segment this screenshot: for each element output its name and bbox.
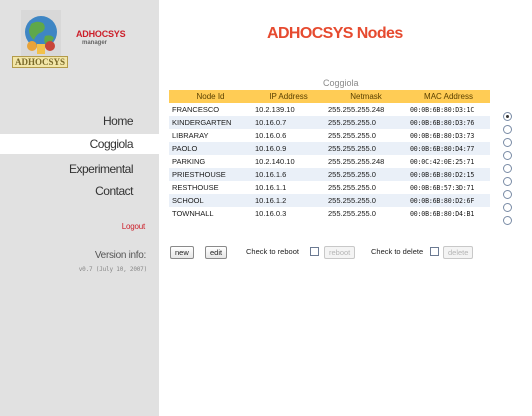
nav-item-label: Coggiola (89, 137, 134, 151)
column-header-ip-address[interactable]: IP Address (252, 90, 325, 103)
node-radio-group (503, 112, 517, 229)
delete-button[interactable]: delete (443, 246, 474, 259)
cell-mac-address: 00:0B:6B:80:D2:15 (407, 168, 490, 181)
cell-mac-address: 00:0B:6B:80:D3:1C (407, 103, 490, 116)
cell-node-id: TOWNHALL (169, 207, 252, 220)
cell-node-id: RESTHOUSE (169, 181, 252, 194)
cell-netmask: 255.255.255.0 (325, 194, 407, 207)
nav-item-label: Home (102, 114, 134, 128)
cell-netmask: 255.255.255.0 (325, 116, 407, 129)
cell-mac-address: 00:0B:6B:80:D2:6F (407, 194, 490, 207)
cell-ip-address: 10.16.0.9 (252, 142, 325, 155)
cell-mac-address: 00:0B:6B:80:D3:76 (407, 116, 490, 129)
delete-check-label: Check to delete (371, 247, 424, 256)
cell-node-id: SCHOOL (169, 194, 252, 207)
nav-item-coggiola[interactable]: Coggiola (0, 134, 159, 154)
table-row[interactable]: FRANCESCO 10.2.139.10 255.255.255.248 00… (169, 103, 490, 116)
node-radio[interactable] (503, 216, 512, 225)
node-radio[interactable] (503, 190, 512, 199)
cell-ip-address: 10.16.1.1 (252, 181, 325, 194)
cell-netmask: 255.255.255.0 (325, 181, 407, 194)
reboot-button[interactable]: reboot (324, 246, 356, 259)
cell-ip-address: 10.16.1.6 (252, 168, 325, 181)
cell-mac-address: 00:0C:42:0E:25:71 (407, 155, 490, 168)
reboot-check-label: Check to reboot (246, 247, 299, 256)
cell-mac-address: 00:0B:6B:57:3D:71 (407, 181, 490, 194)
page-title: ADHOCSYS Nodes (267, 25, 403, 42)
nav-item-contact[interactable]: Contact (95, 184, 133, 198)
sidebar: ADHOCSYS manager ADHOCSYS Home Coggiola … (0, 0, 159, 416)
table-row[interactable]: RESTHOUSE 10.16.1.1 255.255.255.0 00:0B:… (169, 181, 490, 194)
cell-node-id: LIBRARAY (169, 129, 252, 142)
table-row[interactable]: LIBRARAY 10.16.0.6 255.255.255.0 00:0B:6… (169, 129, 490, 142)
node-radio[interactable] (503, 112, 512, 121)
cell-netmask: 255.255.255.248 (325, 103, 407, 116)
node-radio[interactable] (503, 164, 512, 173)
column-header-netmask[interactable]: Netmask (325, 90, 407, 103)
column-header-node-id[interactable]: Node Id (169, 90, 252, 103)
table-row[interactable]: TOWNHALL 10.16.0.3 255.255.255.0 00:0B:6… (169, 207, 490, 220)
table-row[interactable]: SCHOOL 10.16.1.2 255.255.255.0 00:0B:6B:… (169, 194, 490, 207)
version-value: v0.7 (July 10, 2007) (78, 266, 147, 273)
cell-ip-address: 10.16.0.3 (252, 207, 325, 220)
cell-node-id: KINDERGARTEN (169, 116, 252, 129)
nav-item-experimental[interactable]: Experimental (68, 162, 134, 176)
cell-ip-address: 10.16.0.6 (252, 129, 325, 142)
delete-checkbox[interactable] (430, 247, 439, 256)
app-logo[interactable]: ADHOCSYS manager ADHOCSYS (12, 8, 152, 78)
cell-netmask: 255.255.255.0 (325, 129, 407, 142)
table-header-row: Node Id IP Address Netmask MAC Address (169, 90, 490, 103)
edit-button[interactable]: edit (205, 246, 228, 259)
node-radio[interactable] (503, 138, 512, 147)
logout-link[interactable]: Logout (122, 222, 145, 231)
table-row[interactable]: PRIESTHOUSE 10.16.1.6 255.255.255.0 00:0… (169, 168, 490, 181)
cell-mac-address: 00:0B:6B:80:D3:73 (407, 129, 490, 142)
node-radio[interactable] (503, 203, 512, 212)
reboot-checkbox[interactable] (310, 247, 319, 256)
nav-item-label: Contact (95, 184, 133, 198)
cell-node-id: PARKING (169, 155, 252, 168)
logo-subtitle: manager (82, 40, 108, 46)
logo-name-badge: ADHOCSYS (12, 56, 69, 68)
table-row[interactable]: KINDERGARTEN 10.16.0.7 255.255.255.0 00:… (169, 116, 490, 129)
cell-ip-address: 10.16.0.7 (252, 116, 325, 129)
cell-netmask: 255.255.255.248 (325, 155, 407, 168)
cell-mac-address: 00:0B:6B:80:D4:77 (407, 142, 490, 155)
cell-node-id: FRANCESCO (169, 103, 252, 116)
node-radio[interactable] (503, 151, 512, 160)
node-radio[interactable] (503, 125, 512, 134)
cell-node-id: PRIESTHOUSE (169, 168, 252, 181)
cell-ip-address: 10.2.139.10 (252, 103, 325, 116)
nav-item-home[interactable]: Home (102, 114, 134, 128)
globe-logo-icon (21, 10, 61, 58)
cell-node-id: PAOLO (169, 142, 252, 155)
cell-netmask: 255.255.255.0 (325, 207, 407, 220)
version-label: Version info: (94, 250, 146, 261)
cell-mac-address: 00:0B:6B:80:D4:B1 (407, 207, 490, 220)
cell-netmask: 255.255.255.0 (325, 168, 407, 181)
nodes-table: Node Id IP Address Netmask MAC Address F… (169, 90, 490, 220)
column-header-mac-address[interactable]: MAC Address (407, 90, 490, 103)
table-caption: Coggiola (323, 78, 359, 88)
logo-brand-text: ADHOCSYS (76, 29, 126, 39)
main-content: ADHOCSYS Nodes Coggiola Node Id IP Addre… (159, 0, 532, 416)
cell-netmask: 255.255.255.0 (325, 142, 407, 155)
table-row[interactable]: PAOLO 10.16.0.9 255.255.255.0 00:0B:6B:8… (169, 142, 490, 155)
node-radio[interactable] (503, 177, 512, 186)
cell-ip-address: 10.2.140.10 (252, 155, 325, 168)
table-row[interactable]: PARKING 10.2.140.10 255.255.255.248 00:0… (169, 155, 490, 168)
cell-ip-address: 10.16.1.2 (252, 194, 325, 207)
nav-item-label: Experimental (68, 162, 134, 176)
new-button[interactable]: new (170, 246, 194, 259)
